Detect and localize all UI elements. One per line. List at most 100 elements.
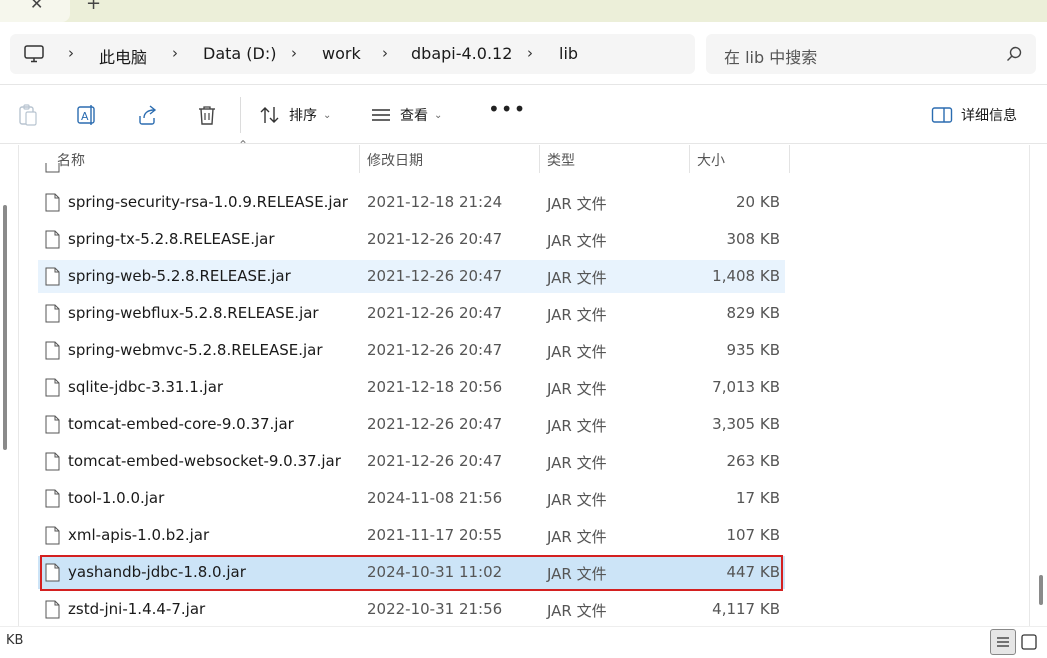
file-explorer-window: ✕ + › 此电脑 › Data (D:) › work › dbapi-4.0… <box>0 0 1047 658</box>
breadcrumb-item-dbapi[interactable]: dbapi-4.0.12 <box>411 44 512 63</box>
breadcrumb-item-this-pc[interactable]: 此电脑 <box>99 44 147 68</box>
large-icons-view-icon[interactable] <box>1020 633 1038 651</box>
file-type: JAR 文件 <box>547 380 607 398</box>
file-name: zstd-jni-1.4.4-7.jar <box>68 600 206 618</box>
details-view-icon <box>997 637 1009 647</box>
file-name: tomcat-embed-websocket-9.0.37.jar <box>68 452 341 470</box>
file-icon <box>45 193 60 212</box>
column-divider[interactable] <box>789 145 790 173</box>
details-view-button[interactable] <box>990 629 1016 655</box>
computer-icon[interactable] <box>24 45 44 63</box>
file-date: 2022-10-31 21:56 <box>367 600 503 618</box>
file-type: JAR 文件 <box>547 195 607 213</box>
file-row[interactable]: tool-1.0.0.jar 2024-11-08 21:56 JAR 文件 17 K… <box>38 482 785 515</box>
rename-icon[interactable]: A <box>76 104 98 126</box>
delete-icon[interactable] <box>196 104 218 126</box>
details-label: 详细信息 <box>961 108 1017 124</box>
view-icon <box>372 109 390 121</box>
toolbar-divider <box>240 97 241 133</box>
search-icon[interactable] <box>1006 46 1022 62</box>
file-row[interactable]: tomcat-embed-websocket-9.0.37.jar 2021-12… <box>38 445 785 478</box>
file-date: 2021-12-18 21:24 <box>367 193 503 211</box>
breadcrumb[interactable]: › 此电脑 › Data (D:) › work › dbapi-4.0.12 … <box>10 34 695 74</box>
file-type: JAR 文件 <box>547 232 607 250</box>
file-row[interactable]: tomcat-embed-core-9.0.37.jar 2021-12-26 2… <box>38 408 785 441</box>
file-size: 17 KB <box>736 489 780 507</box>
sort-icon <box>260 107 279 123</box>
file-row[interactable]: spring-webmvc-5.2.8.RELEASE.jar 2021-12-2… <box>38 334 785 367</box>
file-icon <box>45 526 60 545</box>
share-icon[interactable] <box>136 104 158 126</box>
file-date: 2021-12-26 20:47 <box>367 304 503 322</box>
breadcrumb-chevron-icon[interactable]: › <box>527 44 533 62</box>
breadcrumb-chevron-icon[interactable]: › <box>291 44 297 62</box>
breadcrumb-chevron-icon[interactable]: › <box>68 44 74 62</box>
file-row[interactable]: spring-tx-5.2.8.RELEASE.jar 2021-12-26 20… <box>38 223 785 256</box>
status-text: KB <box>6 633 24 648</box>
file-icon <box>45 304 60 323</box>
details-pane-button[interactable]: 详细信息 <box>931 105 1017 125</box>
sort-button[interactable]: 排序 ⌄ <box>259 103 331 127</box>
breadcrumb-item-drive[interactable]: Data (D:) <box>203 44 276 63</box>
file-icon <box>45 230 60 249</box>
file-row[interactable]: xml-apis-1.0.b2.jar 2021-11-17 20:55 JAR 文… <box>38 519 785 552</box>
file-row[interactable]: sqlite-jdbc-3.31.1.jar 2021-12-18 20:56 JA… <box>38 371 785 404</box>
file-name: xml-apis-1.0.b2.jar <box>68 526 210 544</box>
close-tab-icon[interactable]: ✕ <box>30 0 43 13</box>
file-type: JAR 文件 <box>547 454 607 472</box>
file-type: JAR 文件 <box>547 528 607 546</box>
breadcrumb-item-lib[interactable]: lib <box>559 44 578 63</box>
file-size: 20 KB <box>736 193 780 211</box>
file-size: 935 KB <box>726 341 780 359</box>
file-icon <box>45 378 60 397</box>
file-row[interactable]: spring-web-5.2.8.RELEASE.jar 2021-12-26 2… <box>38 260 785 293</box>
paste-icon[interactable] <box>17 104 39 126</box>
sort-indicator-icon: ⌃ <box>238 138 249 152</box>
file-row[interactable]: spring-webflux-5.2.8.RELEASE.jar 2021-12-… <box>38 297 785 330</box>
file-name: sqlite-jdbc-3.31.1.jar <box>68 378 224 396</box>
svg-text:A: A <box>81 110 89 123</box>
view-button[interactable]: 查看 ⌄ <box>370 103 442 127</box>
file-name: spring-web-5.2.8.RELEASE.jar <box>68 267 291 285</box>
file-name: tomcat-embed-core-9.0.37.jar <box>68 415 294 433</box>
file-type: JAR 文件 <box>547 269 607 287</box>
file-type: JAR 文件 <box>547 343 607 361</box>
file-type: JAR 文件 <box>547 602 607 620</box>
file-size: 3,305 KB <box>712 415 780 433</box>
search-input[interactable]: 在 lib 中搜索 <box>724 44 817 68</box>
sort-label: 排序 <box>289 108 317 124</box>
file-name: spring-webmvc-5.2.8.RELEASE.jar <box>68 341 323 359</box>
new-tab-icon[interactable]: + <box>86 0 101 14</box>
file-name: tool-1.0.0.jar <box>68 489 165 507</box>
file-row[interactable]: spring-security-rsa-1.0.9.RELEASE.jar 202… <box>38 186 785 219</box>
search-box[interactable]: 在 lib 中搜索 <box>706 34 1036 74</box>
status-bar: KB <box>0 626 1047 658</box>
file-name: spring-security-rsa-1.0.9.RELEASE.jar <box>68 193 348 211</box>
breadcrumb-chevron-icon[interactable]: › <box>382 44 388 62</box>
file-date: 2021-12-26 20:47 <box>367 415 503 433</box>
file-size: 4,117 KB <box>712 600 780 618</box>
file-date: 2024-11-08 21:56 <box>367 489 503 507</box>
breadcrumb-item-work[interactable]: work <box>322 44 361 63</box>
file-row[interactable]: zstd-jni-1.4.4-7.jar 2022-10-31 21:56 JAR … <box>38 593 785 626</box>
navigation-pane-scrollbar[interactable] <box>3 205 7 450</box>
details-pane-icon <box>931 107 953 123</box>
file-icon <box>45 452 60 471</box>
breadcrumb-chevron-icon[interactable]: › <box>172 44 178 62</box>
partial-row <box>38 163 785 177</box>
command-bar: A 排序 ⌄ 查看 ⌄ ••• 详细信息 <box>0 84 1047 144</box>
file-list-scrollbar[interactable] <box>1039 575 1043 605</box>
tab-bar: ✕ + <box>0 0 1047 22</box>
file-icon <box>45 600 60 619</box>
chevron-down-icon: ⌄ <box>434 109 443 121</box>
file-name: spring-webflux-5.2.8.RELEASE.jar <box>68 304 319 322</box>
file-size: 1,408 KB <box>712 267 780 285</box>
file-type: JAR 文件 <box>547 306 607 324</box>
tab[interactable]: ✕ <box>0 0 70 22</box>
file-date: 2021-12-26 20:47 <box>367 230 503 248</box>
file-icon <box>45 489 60 508</box>
file-icon <box>45 341 60 360</box>
more-options-icon[interactable]: ••• <box>488 97 526 121</box>
file-icon <box>45 267 60 286</box>
file-size: 829 KB <box>726 304 780 322</box>
